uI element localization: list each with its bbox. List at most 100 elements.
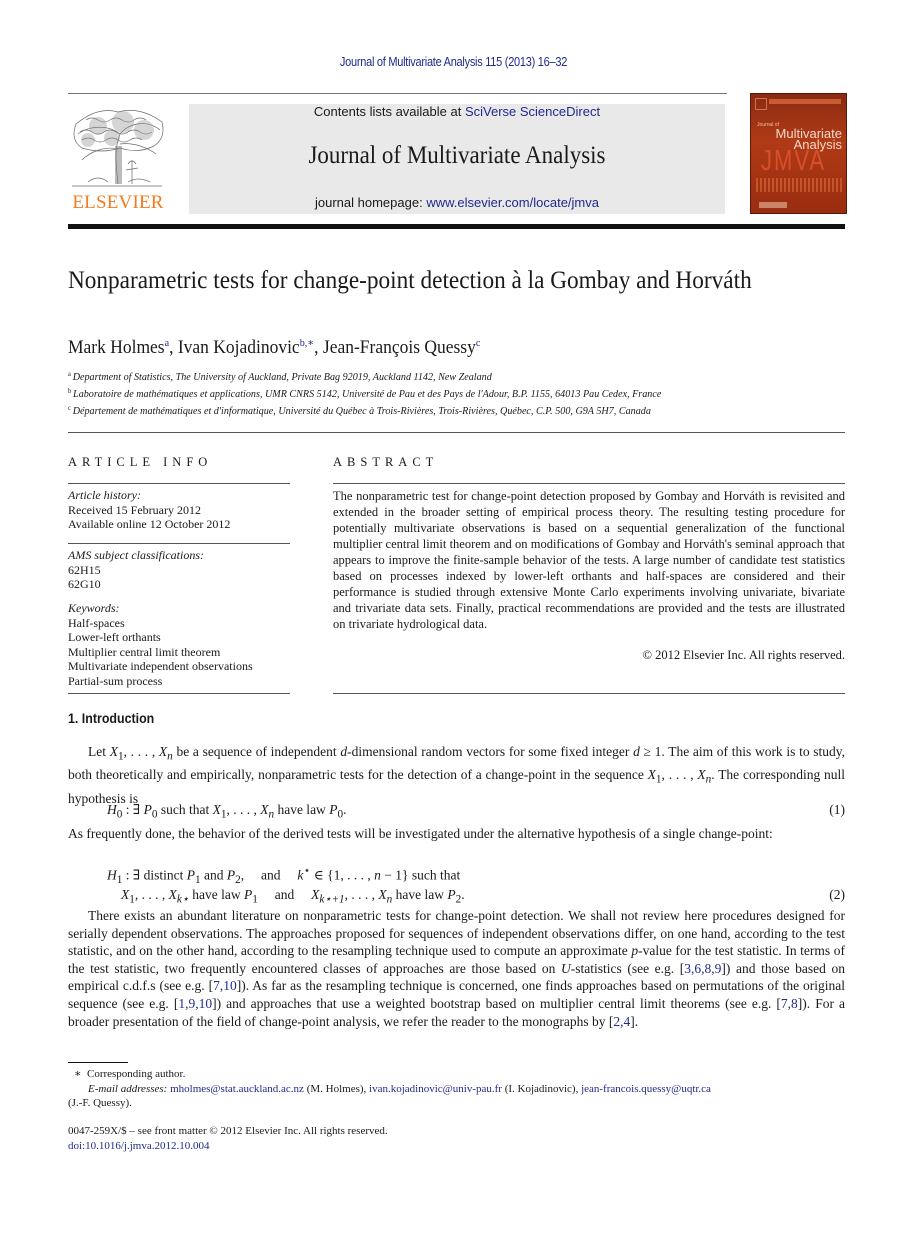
author-affil-link[interactable]: b,∗ [300,337,314,349]
citation-link[interactable]: 7,10 [213,978,237,993]
abstract-rule [333,693,845,694]
elsevier-logo[interactable]: ELSEVIER [68,104,168,214]
ams-code: 62G10 [68,577,101,591]
text: − 1} such that [380,867,461,883]
section-divider [68,432,845,433]
contents-prefix: Contents lists available at [313,104,465,119]
contents-line: Contents lists available at SciVerse Sci… [189,104,725,120]
article-info-heading: ARTICLE INFO [68,455,213,469]
email-addresses: E-mail addresses: mholmes@stat.auckland.… [68,1082,845,1110]
author-separator: , [314,337,323,358]
affiliation: b Laboratoire de mathématiques et applica… [68,387,661,400]
ams-code: 62H15 [68,562,101,577]
math: X [109,744,118,759]
email-owner: (I. Kojadinovic), [501,1083,582,1095]
intro-paragraph-3: There exists an abundant literature on n… [68,907,845,1030]
doi-link[interactable]: doi:10.1016/j.jmva.2012.10.004 [68,1139,209,1154]
text: . [343,802,347,817]
math: P [143,802,152,817]
cover-acronym: JMVA [761,144,827,177]
text: , and [240,867,298,883]
affiliation-marker: c [68,404,71,412]
footnote-rule [68,1062,128,1063]
ams-label: AMS subject classifications: [68,548,204,562]
intro-paragraph-1: Let X1, . . . , Xn be a sequence of inde… [68,744,846,806]
text: -dimensional random vectors for some fix… [347,744,634,759]
email-link[interactable]: ivan.kojadinovic@univ-pau.fr [369,1083,502,1095]
homepage-prefix: journal homepage: [315,195,427,210]
equation-body: H0 : ∃ P0 such that X1, . . . , Xn have … [107,802,347,821]
keywords-label: Keywords: [68,601,120,615]
header-thick-rule [68,224,845,229]
cover-top-bar [769,99,841,104]
journal-cover-image[interactable]: Journal of Multivariate Analysis JMVA [750,93,847,214]
article-history: Article history: Received 15 February 20… [68,488,290,532]
email-owner: (M. Holmes), [303,1083,370,1095]
email-link[interactable]: mholmes@stat.auckland.ac.nz [170,1083,304,1095]
math: P [226,867,236,883]
math: Xn [260,802,275,821]
homepage-link[interactable]: www.elsevier.com/locate/jmva [426,195,599,210]
received-date: Received 15 February 2012 [68,502,201,517]
math: U [561,960,571,976]
header-rule [68,93,727,94]
article-info-rule [68,483,290,484]
journal-banner: Contents lists available at SciVerse Sci… [189,104,725,214]
text: ]. [630,1013,639,1029]
text: and [200,867,227,883]
corresponding-text: Corresponding author. [86,1068,186,1080]
math: H [107,802,117,817]
text: -statistics (see e.g. [ [570,960,685,976]
cover-badge [755,98,767,110]
citation-link[interactable]: 7,8 [781,996,798,1011]
citation-link[interactable]: 3,6,8,9 [684,961,721,976]
keyword: Lower-left orthants [68,630,161,644]
text: have law [392,887,448,902]
text: have law [274,802,330,817]
sciencedirect-link[interactable]: SciVerse ScienceDirect [465,104,600,119]
cover-footer-mark [759,202,787,208]
equation-number: (2) [829,887,845,902]
article-title: Nonparametric tests for change-point det… [68,267,752,294]
abstract-text: The nonparametric test for change-point … [333,489,845,631]
affiliation-text: Département de mathématiques et d'inform… [72,405,651,417]
affiliation-marker: a [68,370,71,378]
math: Xn [158,744,173,763]
email-owner: (J.-F. Quessy). [68,1097,132,1109]
text: ∈ {1, . . . , [310,867,375,883]
author-name[interactable]: Jean-François Quessy [323,337,476,358]
journal-citation[interactable]: Journal of Multivariate Analysis 115 (20… [54,55,852,69]
elsevier-tree-icon [68,104,166,190]
math: Xn [378,887,393,906]
email-link[interactable]: jean-francois.quessy@uqtr.ca [581,1083,711,1095]
journal-title: Journal of Multivariate Analysis [308,142,606,169]
author-name[interactable]: Mark Holmes [68,337,165,358]
math: X [647,767,656,783]
text: be a sequence of independent [172,744,341,759]
text: : ∃ distinct [122,867,187,883]
homepage-line: journal homepage: www.elsevier.com/locat… [189,195,725,210]
keyword: Multiplier central limit theorem [68,644,221,659]
intro-paragraph-2: As frequently done, the behavior of the … [68,826,773,841]
keywords: Keywords: Half-spaces Lower-left orthant… [68,601,290,688]
article-info-rule [68,693,290,694]
author-affil-link[interactable]: c [476,337,480,349]
history-label: Article history: [68,488,141,502]
math: X [212,802,221,817]
corresponding-author-note: ∗ Corresponding author. [68,1067,851,1081]
front-matter: 0047-259X/$ – see front matter © 2012 El… [68,1125,388,1137]
math: Xn [697,767,712,786]
equation-number: (1) [829,802,845,817]
citation-link[interactable]: 2,4 [613,1014,630,1029]
ams-classifications: AMS subject classifications: 62H15 62G10 [68,548,290,592]
author-name[interactable]: Ivan Kojadinovic [178,337,300,358]
section-heading-introduction: 1. Introduction [68,711,155,726]
abstract-rule [333,483,845,484]
math: H [107,867,117,883]
affiliation-text: Laboratoire de mathématiques et applicat… [73,388,662,400]
text: and [257,887,312,902]
text: Let [88,744,110,759]
math: P [447,887,456,902]
citation-link[interactable]: 1,9,10 [178,996,212,1011]
email-label: E-mail addresses: [88,1083,168,1095]
